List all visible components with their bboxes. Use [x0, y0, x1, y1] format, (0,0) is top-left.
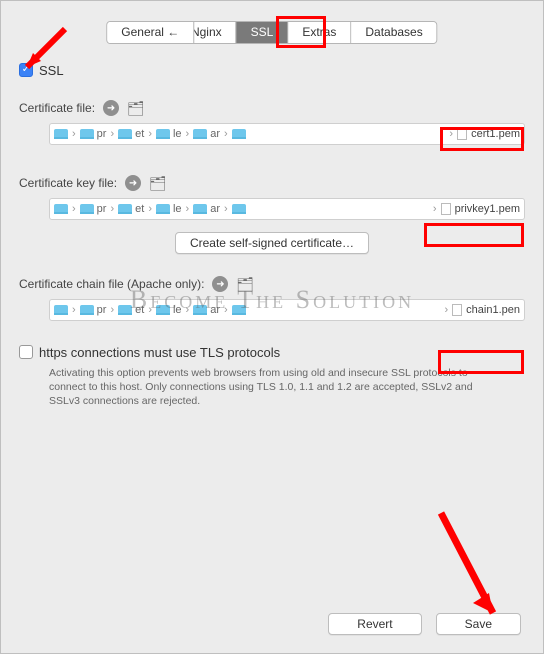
tls-checkbox-label: https connections must use TLS protocols — [39, 345, 280, 360]
tab-bar: General Apache Nginx SSL Extras Database… — [106, 21, 437, 44]
checkbox-icon — [19, 63, 33, 77]
chain-file-label: Certificate chain file (Apache only): — [19, 277, 204, 291]
chain-file-label-row: Certificate chain file (Apache only): 🗂 — [19, 276, 254, 293]
ssl-enable-label: SSL — [39, 63, 64, 78]
tab-databases[interactable]: Databases — [351, 22, 436, 43]
folder-open-icon[interactable]: 🗂 — [149, 175, 167, 192]
save-button[interactable]: Save — [436, 613, 521, 635]
chain-file-name: chain1.pen — [445, 304, 521, 316]
file-icon — [441, 203, 451, 215]
path-segment: et — [118, 128, 144, 140]
folder-open-icon[interactable]: 🗂 — [236, 276, 254, 293]
tls-description: Activating this option prevents web brow… — [49, 366, 479, 409]
go-icon[interactable] — [212, 276, 228, 292]
path-segment: et — [118, 203, 144, 215]
create-self-signed-button[interactable]: Create self-signed certificate… — [175, 232, 369, 254]
path-segment: ar — [193, 203, 220, 215]
tab-ssl[interactable]: SSL — [237, 22, 289, 43]
file-icon — [457, 128, 467, 140]
preferences-window: General Apache Nginx SSL Extras Database… — [0, 0, 544, 654]
path-segment: et — [118, 304, 144, 316]
key-file-label: Certificate key file: — [19, 176, 117, 190]
path-segment: le — [156, 128, 182, 140]
path-segment — [54, 129, 68, 139]
ssl-panel: SSL Certificate file: 🗂 pr et le ar cert… — [19, 61, 525, 573]
path-segment — [232, 305, 246, 315]
go-icon[interactable] — [125, 175, 141, 191]
path-segment: le — [156, 304, 182, 316]
key-file-path[interactable]: pr et le ar privkey1.pem — [49, 198, 525, 220]
key-file-label-row: Certificate key file: 🗂 — [19, 175, 167, 192]
footer-actions: Revert Save — [328, 613, 521, 635]
cert-file-path[interactable]: pr et le ar cert1.pem — [49, 123, 525, 145]
tab-extras[interactable]: Extras — [288, 22, 351, 43]
file-icon — [452, 304, 462, 316]
path-segment: le — [156, 203, 182, 215]
cert-file-label-row: Certificate file: 🗂 — [19, 100, 145, 117]
path-segment: ar — [193, 128, 220, 140]
path-segment — [54, 305, 68, 315]
cert-file-label: Certificate file: — [19, 101, 95, 115]
checkbox-icon — [19, 345, 33, 359]
folder-open-icon[interactable]: 🗂 — [127, 100, 145, 117]
path-segment — [54, 204, 68, 214]
chain-file-path[interactable]: pr et le ar chain1.pen — [49, 299, 525, 321]
cert-file-name: cert1.pem — [449, 128, 520, 140]
tab-nginx[interactable]: Nginx — [177, 22, 237, 43]
revert-button[interactable]: Revert — [328, 613, 421, 635]
path-segment: pr — [80, 203, 107, 215]
path-segment: pr — [80, 304, 107, 316]
path-segment: ar — [193, 304, 220, 316]
key-file-name: privkey1.pem — [433, 203, 520, 215]
go-icon[interactable] — [103, 100, 119, 116]
path-segment — [232, 129, 246, 139]
ssl-enable-checkbox[interactable]: SSL — [19, 63, 64, 78]
path-segment — [232, 204, 246, 214]
tab-apache[interactable]: Apache — [107, 22, 177, 43]
tls-checkbox[interactable]: https connections must use TLS protocols — [19, 345, 280, 360]
path-segment: pr — [80, 128, 107, 140]
